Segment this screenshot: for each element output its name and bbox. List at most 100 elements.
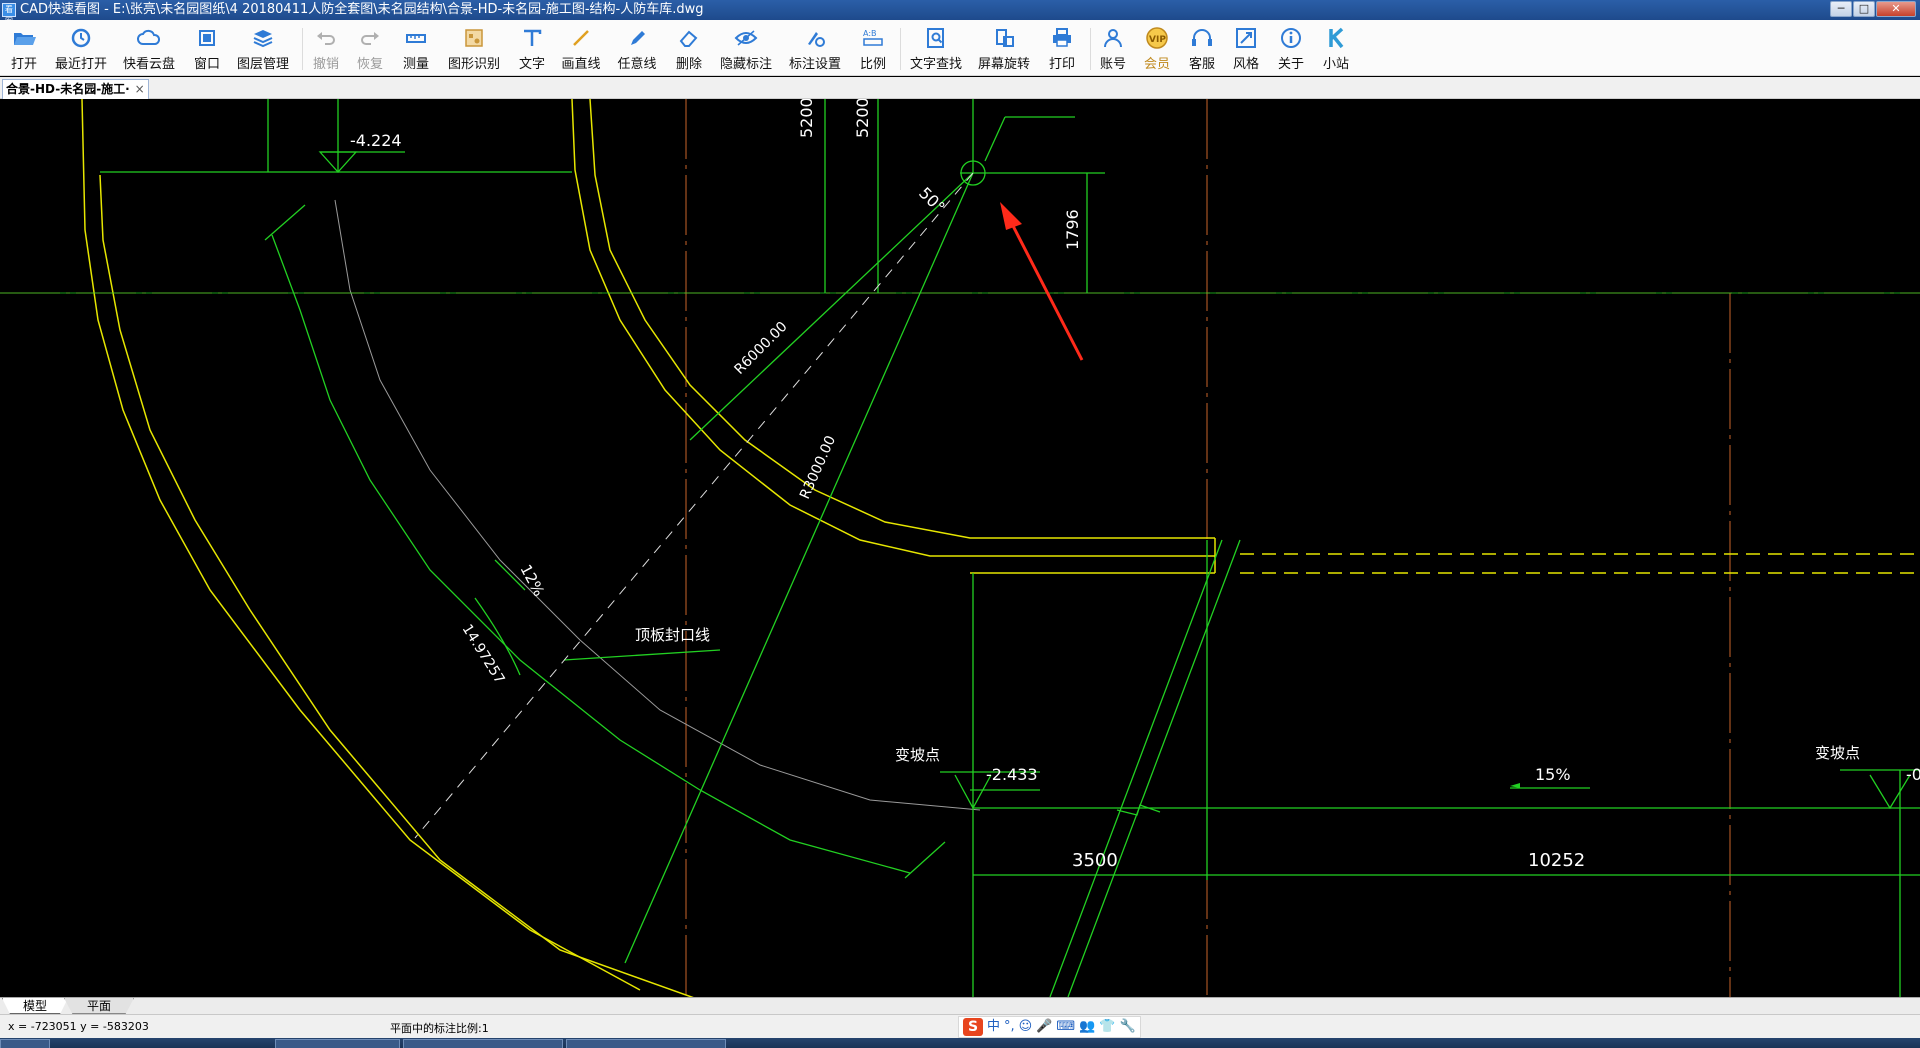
ime-mode-toggle[interactable]: 中 [987, 1017, 1000, 1037]
slope-arrow [1510, 783, 1520, 788]
ramp-outline [81, 99, 1920, 997]
document-tab[interactable]: 合景-HD-未名园-施工· × [2, 79, 149, 99]
document-tab-bar: 合景-HD-未名园-施工· × [0, 77, 1920, 99]
angle-label: 50° [915, 183, 948, 216]
green-annotation-lines [0, 99, 1920, 997]
layers-icon [253, 30, 273, 48]
document-tab-label: 合景-HD-未名园-施工· [6, 82, 130, 96]
window-title: CAD快速看图 - E:\张亮\未名园图纸\4 20180411人防全套图\未名… [20, 2, 704, 17]
ramp-centerline [334, 199, 981, 811]
window-button[interactable]: 窗口 [191, 26, 223, 74]
redo-icon [361, 32, 379, 45]
eraser-icon [679, 30, 698, 47]
drawing-canvas[interactable]: -4.224 5200 5200 50° 1796 R6000.00 R3000… [0, 99, 1920, 997]
microphone-icon[interactable]: 🎤 [1036, 1017, 1052, 1037]
recent-open-button[interactable]: 最近打开 [54, 26, 108, 74]
customer-service-button[interactable]: 客服 [1186, 26, 1218, 74]
svg-text:VIP: VIP [1149, 35, 1166, 45]
account-button[interactable]: 账号 [1097, 26, 1129, 74]
minimize-button[interactable]: ─ [1830, 1, 1852, 17]
history-icon [71, 28, 91, 48]
taskbar-app[interactable] [403, 1039, 563, 1048]
headset-icon [1192, 29, 1212, 46]
scale-icon: A:B [863, 29, 883, 46]
user-icon [1104, 29, 1122, 48]
rotate-screen-button[interactable]: 屏幕旋转 [977, 26, 1031, 74]
os-taskbar [0, 1038, 1920, 1048]
cursor-coordinates: x = -723051 y = -583203 [8, 1020, 149, 1033]
change-point-label-1: 变坡点 [895, 746, 940, 764]
freehand-line-button[interactable]: 任意线 [616, 26, 658, 74]
slope-label-12: 12% [516, 561, 548, 599]
vip-button[interactable]: VIP 会员 [1141, 26, 1173, 74]
text-icon [524, 29, 542, 46]
roof-seal-label: 顶板封口线 [635, 626, 710, 644]
level-label-right: -0 [1906, 765, 1920, 784]
text-search-icon [927, 28, 944, 48]
ime-toolbar[interactable]: S 中 °, ☺ 🎤 ⌨ 👥 👕 🔧 [958, 1016, 1141, 1038]
style-icon [1236, 28, 1256, 48]
about-button[interactable]: 关于 [1275, 26, 1307, 74]
tab-model[interactable]: 模型 [2, 998, 68, 1014]
print-button[interactable]: 打印 [1046, 26, 1078, 74]
tools-icon[interactable]: 🔧 [1120, 1017, 1136, 1037]
status-bar: x = -723051 y = -583203 平面中的标注比例:1 S 中 °… [0, 1014, 1920, 1038]
keyboard-icon[interactable]: ⌨ [1056, 1017, 1075, 1037]
maximize-button[interactable]: □ [1853, 1, 1875, 17]
printer-icon [1053, 28, 1071, 47]
drawing-labels: -4.224 5200 5200 50° 1796 R6000.00 R3000… [350, 99, 1920, 871]
undo-icon [317, 32, 335, 45]
sogou-logo-icon[interactable]: S [963, 1018, 983, 1036]
layer-manager-button[interactable]: 图层管理 [236, 26, 290, 74]
cad-drawing[interactable]: -4.224 5200 5200 50° 1796 R6000.00 R3000… [0, 99, 1920, 997]
dim-label-3500: 3500 [1072, 850, 1118, 871]
open-button[interactable]: 打开 [6, 26, 42, 74]
taskbar-app[interactable] [275, 1039, 400, 1048]
line-icon [573, 30, 589, 46]
cloud-icon [137, 29, 161, 45]
cloud-disk-button[interactable]: 快看云盘 [122, 26, 176, 74]
shape-recognize-button[interactable]: 图形识别 [447, 26, 501, 74]
folder-open-icon [14, 33, 36, 45]
arc-length-label: 14.97257 [459, 622, 508, 687]
tab-plan[interactable]: 平面 [64, 998, 134, 1014]
eye-icon [734, 30, 758, 46]
scale-button[interactable]: A:B 比例 [857, 26, 889, 74]
toolbar-separator [302, 28, 303, 70]
text-search-button[interactable]: 文字查找 [909, 26, 963, 74]
hide-annotation-button[interactable]: 隐藏标注 [719, 26, 773, 74]
start-button[interactable] [0, 1039, 50, 1048]
radius-dashed-line [414, 172, 974, 839]
close-button[interactable]: ✕ [1876, 1, 1916, 17]
ruler-icon [406, 34, 426, 43]
dim-label-1796: 1796 [1063, 209, 1082, 250]
level-label-top: -4.224 [350, 131, 402, 150]
k-logo-icon [1329, 27, 1344, 49]
main-toolbar: 打开 最近打开 快看云盘 窗口 图层管理 撤销 恢复 测量 图形识别 文字 画直… [0, 20, 1920, 76]
radius-label-6000: R6000.00 [732, 319, 791, 378]
dim-label-5200-b: 5200 [853, 99, 872, 138]
punctuation-icon[interactable]: °, [1004, 1017, 1015, 1037]
delete-button[interactable]: 删除 [673, 26, 705, 74]
style-button[interactable]: 风格 [1230, 26, 1262, 74]
level-label-mid: -2.433 [986, 765, 1038, 784]
emoji-icon[interactable]: ☺ [1019, 1017, 1033, 1037]
mini-site-button[interactable]: 小站 [1320, 26, 1352, 74]
toolbar-separator [1090, 28, 1091, 70]
user-group-icon[interactable]: 👥 [1079, 1017, 1095, 1037]
taskbar-app[interactable] [566, 1039, 726, 1048]
annotation-settings-icon [808, 32, 825, 47]
pen-icon [631, 31, 645, 45]
tab-close-icon[interactable]: × [135, 80, 145, 98]
info-icon [1281, 28, 1301, 48]
annotation-settings-button[interactable]: 标注设置 [788, 26, 842, 74]
shape-recognize-icon [465, 29, 483, 47]
undo-button[interactable]: 撤销 [310, 26, 342, 74]
text-button[interactable]: 文字 [516, 26, 548, 74]
measure-button[interactable]: 测量 [400, 26, 432, 74]
dim-label-5200-a: 5200 [797, 99, 816, 138]
draw-line-button[interactable]: 画直线 [560, 26, 602, 74]
grid-axes [0, 99, 1920, 997]
skin-icon[interactable]: 👕 [1099, 1017, 1115, 1037]
redo-button[interactable]: 恢复 [354, 26, 386, 74]
